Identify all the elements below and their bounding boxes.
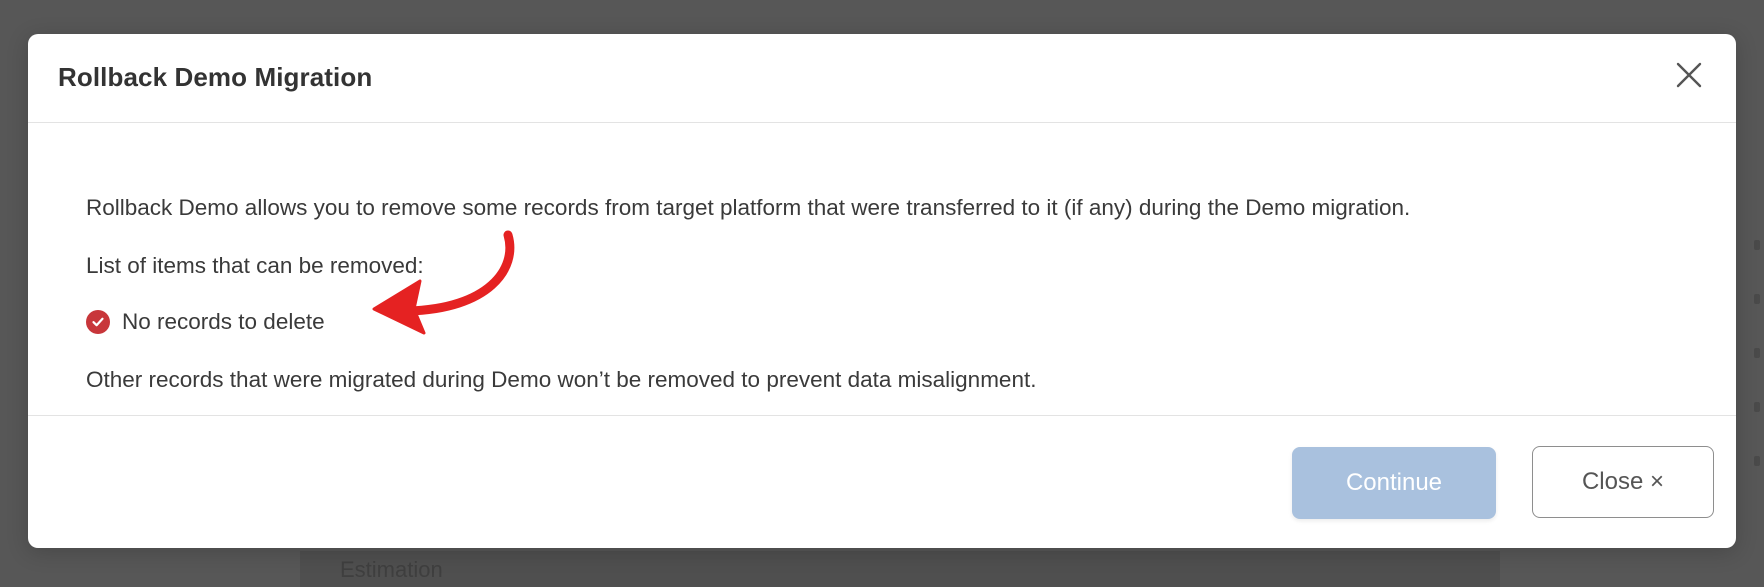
background-marker — [1754, 456, 1760, 466]
dialog-description: Rollback Demo allows you to remove some … — [86, 195, 1411, 220]
dialog-body: Rollback Demo allows you to remove some … — [28, 123, 1736, 416]
background-table-row — [300, 551, 1500, 587]
background-marker — [1754, 348, 1760, 358]
background-marker — [1754, 402, 1760, 412]
background-marker — [1754, 294, 1760, 304]
list-item-label: No records to delete — [122, 309, 325, 334]
rollback-dialog: Rollback Demo Migration Rollback Demo al… — [28, 34, 1736, 548]
dialog-title: Rollback Demo Migration — [58, 62, 373, 92]
dialog-footer: Continue Close × — [28, 417, 1736, 548]
continue-button[interactable]: Continue — [1292, 447, 1496, 519]
close-icon[interactable] — [1674, 60, 1704, 90]
background-marker — [1754, 240, 1760, 250]
close-button[interactable]: Close × — [1532, 446, 1714, 518]
dialog-footnote: Other records that were migrated during … — [86, 367, 1037, 392]
list-heading: List of items that can be removed: — [86, 253, 424, 278]
check-circle-icon — [86, 310, 110, 334]
background-row-label: Estimation — [340, 557, 443, 582]
list-item: No records to delete — [86, 307, 325, 337]
dialog-header: Rollback Demo Migration — [28, 34, 1736, 123]
curved-arrow-icon — [372, 230, 515, 335]
